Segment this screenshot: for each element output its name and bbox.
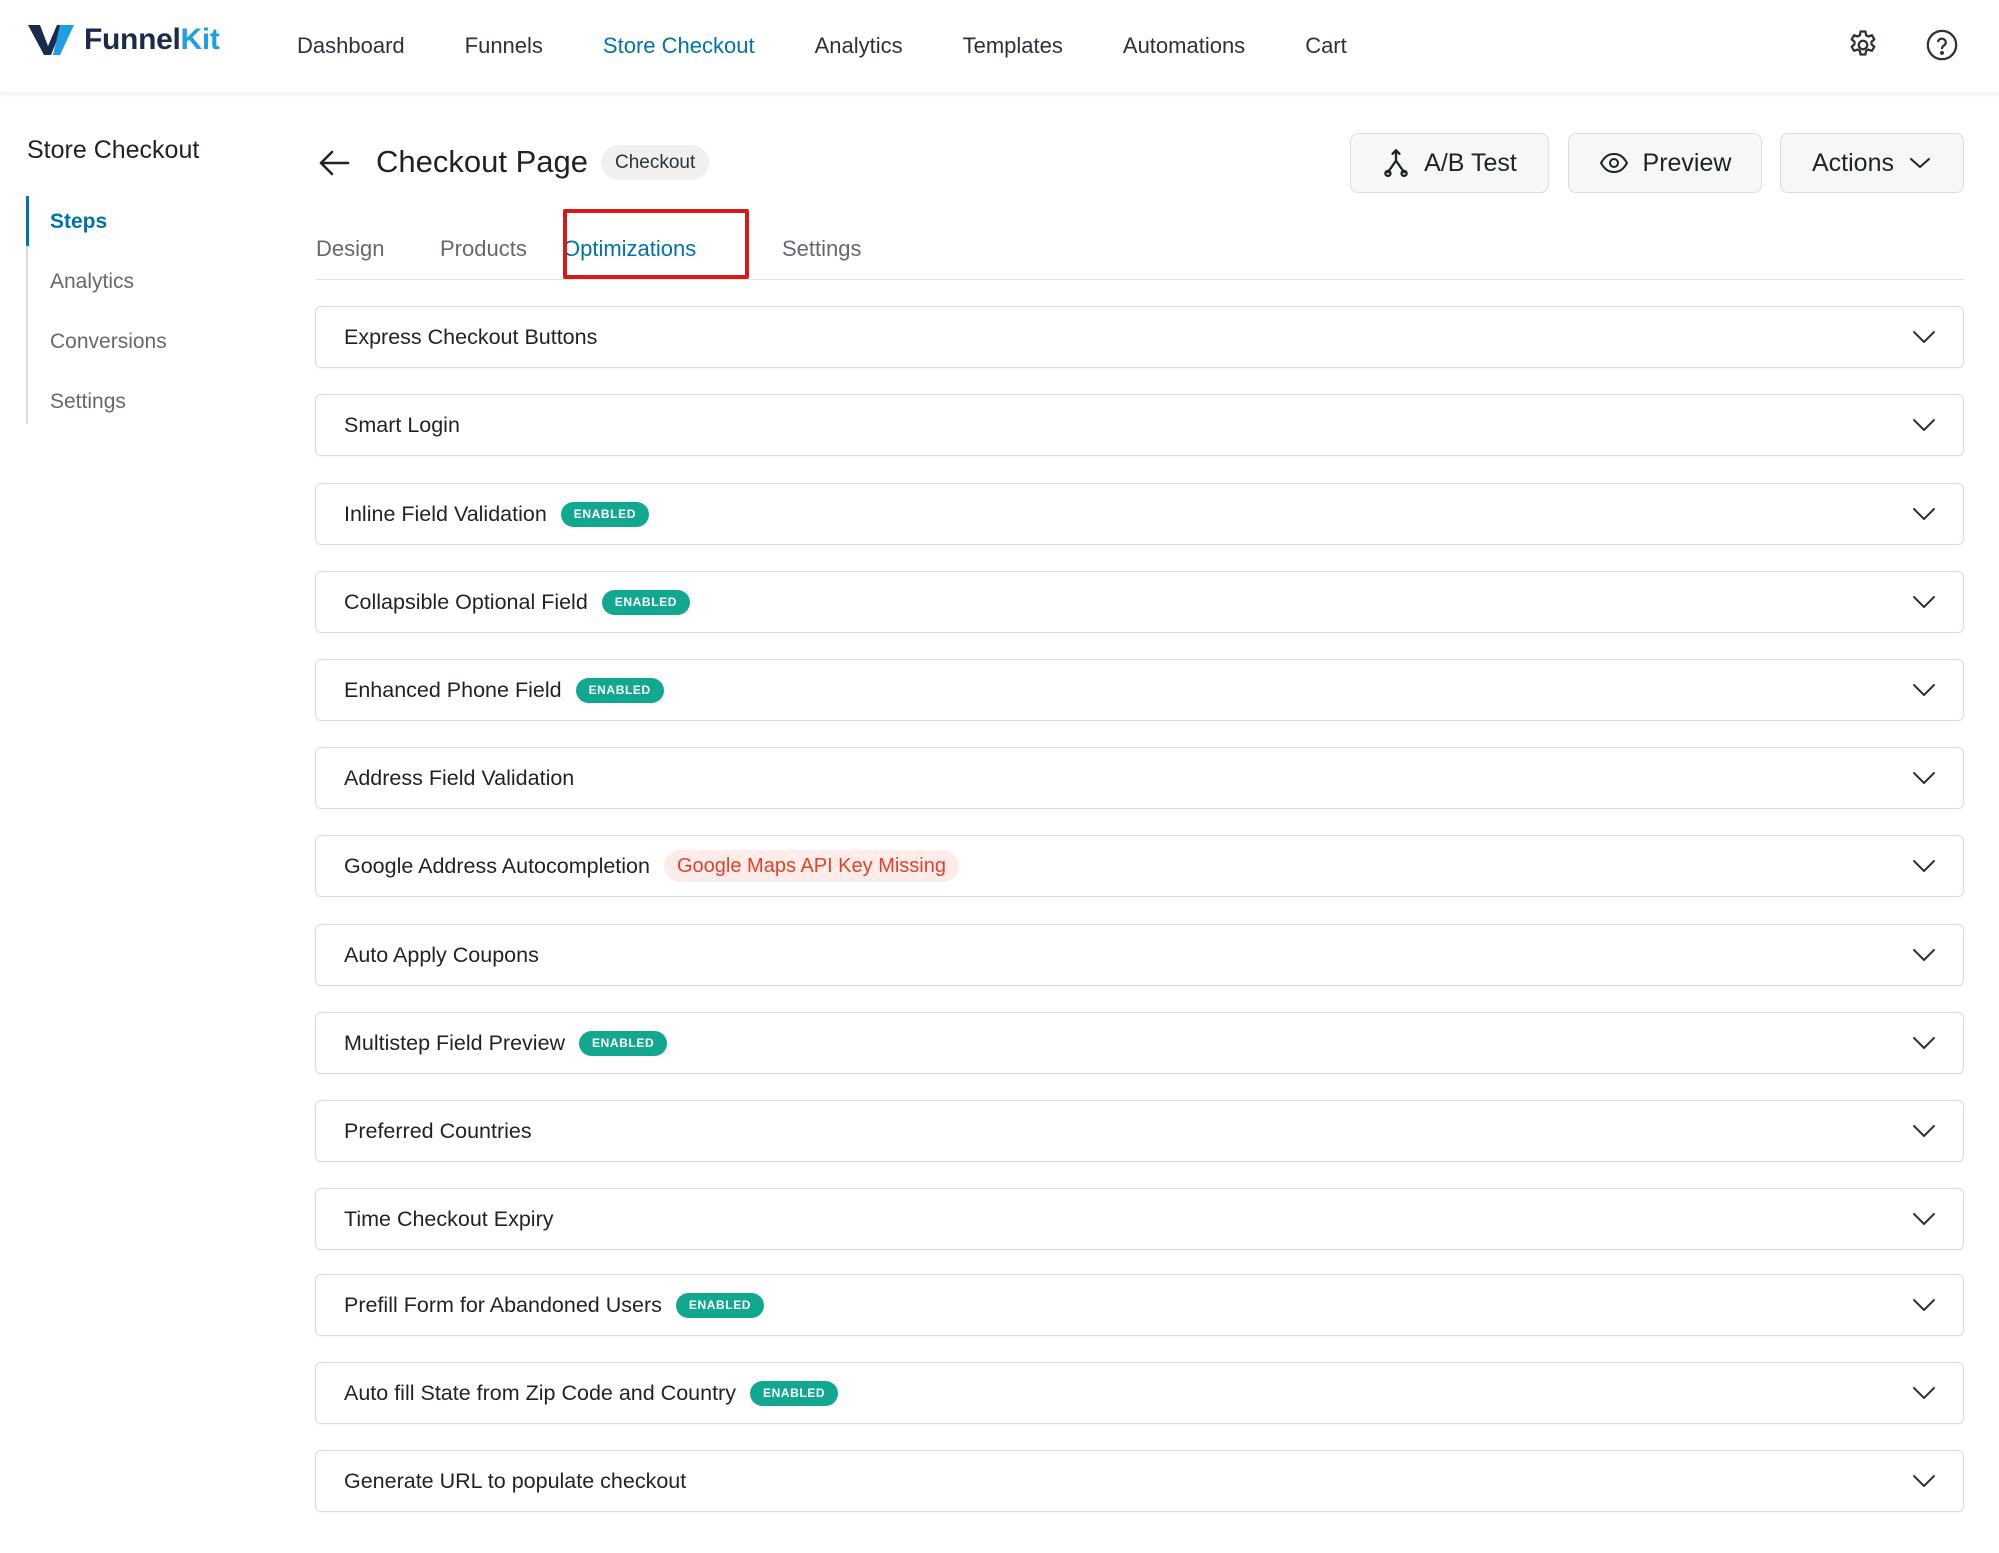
optimization-panel-google-autocomplete[interactable]: Google Address Autocompletion Google Map… (315, 835, 1964, 897)
sidebar-item-conversions[interactable]: Conversions (28, 316, 246, 376)
panel-label: Auto Apply Coupons (344, 942, 539, 967)
back-arrow-icon[interactable] (316, 145, 352, 181)
funnelkit-logo[interactable]: FunnelKit (26, 22, 220, 58)
panel-label: Inline Field Validation (344, 501, 547, 526)
panel-label: Express Checkout Buttons (344, 324, 598, 349)
sidebar-item-analytics[interactable]: Analytics (28, 256, 246, 316)
chevron-down-icon (1913, 419, 1935, 431)
tab-settings[interactable]: Settings (782, 210, 862, 278)
nav-funnels[interactable]: Funnels (465, 33, 543, 59)
chevron-down-icon (1913, 1387, 1935, 1399)
chevron-down-icon (1913, 772, 1935, 784)
panel-label: Auto fill State from Zip Code and Countr… (344, 1380, 736, 1405)
chevron-down-icon (1913, 860, 1935, 872)
chevron-down-icon (1913, 1125, 1935, 1137)
chevron-down-icon (1913, 1213, 1935, 1225)
main-menu: Dashboard Funnels Store Checkout Analyti… (297, 0, 1407, 92)
page-title: Checkout Page (376, 144, 588, 179)
tab-highlight-annotation (563, 209, 749, 279)
optimization-panel-inline-validation[interactable]: Inline Field Validation ENABLED (315, 483, 1964, 545)
optimization-panel-smart-login[interactable]: Smart Login (315, 394, 1964, 456)
eye-icon (1599, 152, 1628, 174)
chevron-down-icon (1913, 949, 1935, 961)
enabled-badge: ENABLED (579, 1030, 668, 1056)
chevron-down-icon (1913, 684, 1935, 696)
step-type-badge: Checkout (601, 145, 710, 180)
optimization-panel-multistep-preview[interactable]: Multistep Field Preview ENABLED (315, 1012, 1964, 1074)
chevron-down-icon (1913, 331, 1935, 343)
preview-button[interactable]: Preview (1568, 133, 1762, 193)
enabled-badge: ENABLED (560, 501, 649, 527)
gear-icon[interactable] (1843, 25, 1883, 65)
actions-label: Actions (1812, 148, 1894, 177)
help-icon[interactable] (1922, 25, 1962, 65)
funnelkit-logo-mark-icon (28, 25, 74, 55)
sidebar-item-settings[interactable]: Settings (28, 376, 246, 436)
nav-store-checkout[interactable]: Store Checkout (603, 33, 755, 59)
chevron-down-icon (1913, 1475, 1935, 1487)
panel-label: Smart Login (344, 412, 460, 437)
tab-products[interactable]: Products (440, 210, 527, 278)
optimization-panel-autofill-state[interactable]: Auto fill State from Zip Code and Countr… (315, 1362, 1964, 1424)
enabled-badge: ENABLED (575, 677, 664, 703)
chevron-down-icon (1913, 1299, 1935, 1311)
panel-label: Preferred Countries (344, 1118, 532, 1143)
optimization-panel-enhanced-phone[interactable]: Enhanced Phone Field ENABLED (315, 659, 1964, 721)
chevron-down-icon (1909, 158, 1930, 168)
nav-templates[interactable]: Templates (963, 33, 1063, 59)
nav-analytics[interactable]: Analytics (815, 33, 903, 59)
enabled-badge: ENABLED (749, 1380, 839, 1406)
ab-split-icon (1384, 149, 1408, 178)
ab-test-button[interactable]: A/B Test (1350, 133, 1549, 193)
sidebar-title: Store Checkout (27, 136, 200, 164)
actions-dropdown-button[interactable]: Actions (1780, 133, 1964, 193)
optimization-panel-address-validation[interactable]: Address Field Validation (315, 747, 1964, 809)
ab-test-label: A/B Test (1424, 148, 1517, 177)
preview-label: Preview (1642, 148, 1732, 177)
optimization-panel-preferred-countries[interactable]: Preferred Countries (315, 1100, 1964, 1162)
logo-text: FunnelKit (84, 23, 220, 56)
enabled-badge: ENABLED (675, 1292, 765, 1318)
panel-label: Address Field Validation (344, 765, 575, 790)
top-navigation-bar: FunnelKit Dashboard Funnels Store Checko… (0, 0, 1999, 92)
panel-label: Time Checkout Expiry (344, 1206, 554, 1231)
chevron-down-icon (1913, 508, 1935, 520)
optimization-panel-prefill-abandoned[interactable]: Prefill Form for Abandoned Users ENABLED (315, 1274, 1964, 1336)
optimization-panel-auto-apply-coupons[interactable]: Auto Apply Coupons (315, 924, 1964, 986)
chevron-down-icon (1913, 1037, 1935, 1049)
optimization-panel-express-checkout[interactable]: Express Checkout Buttons (315, 306, 1964, 368)
nav-cart[interactable]: Cart (1305, 33, 1347, 59)
api-key-missing-warning: Google Maps API Key Missing (663, 850, 959, 882)
panel-label: Google Address Autocompletion (344, 853, 650, 878)
optimization-panel-generate-url[interactable]: Generate URL to populate checkout (315, 1450, 1964, 1512)
optimization-panel-collapsible-optional[interactable]: Collapsible Optional Field ENABLED (315, 571, 1964, 633)
sidebar-item-steps[interactable]: Steps (26, 196, 246, 256)
panel-label: Collapsible Optional Field (344, 589, 588, 614)
enabled-badge: ENABLED (601, 589, 690, 615)
panel-label: Prefill Form for Abandoned Users (344, 1292, 662, 1317)
panel-label: Generate URL to populate checkout (344, 1468, 687, 1493)
sidebar-menu: Steps Analytics Conversions Settings (26, 196, 246, 424)
chevron-down-icon (1913, 596, 1935, 608)
tab-design[interactable]: Design (316, 210, 384, 278)
panel-label: Multistep Field Preview (344, 1030, 566, 1055)
nav-automations[interactable]: Automations (1123, 33, 1245, 59)
nav-dashboard[interactable]: Dashboard (297, 33, 405, 59)
optimization-panel-checkout-expiry[interactable]: Time Checkout Expiry (315, 1188, 1964, 1250)
panel-label: Enhanced Phone Field (344, 677, 562, 702)
